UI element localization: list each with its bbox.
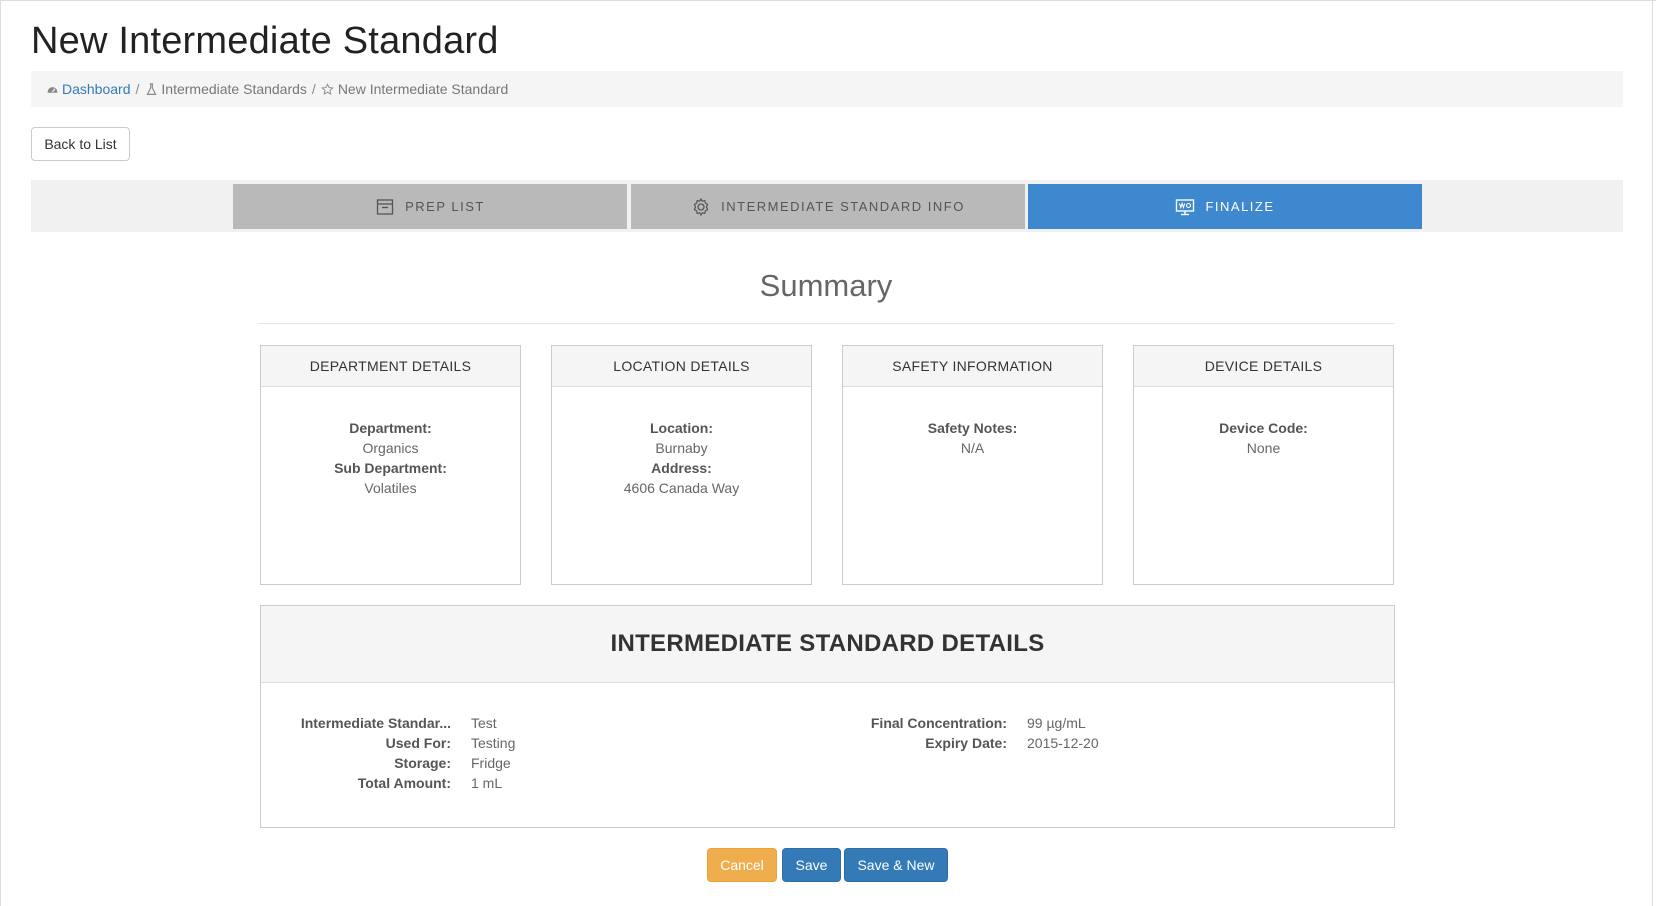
step-intermediate-standard-info[interactable]: INTERMEDIATE STANDARD INFO xyxy=(631,184,1025,229)
cancel-button[interactable]: Cancel xyxy=(707,848,777,882)
detail-row: Intermediate Standar... Test xyxy=(294,713,515,733)
details-left-list: Intermediate Standar... Test Used For: T… xyxy=(294,713,516,793)
step-finalize-label: FINALIZE xyxy=(1205,199,1275,214)
card-header: DEVICE DETAILS xyxy=(1134,346,1393,387)
final-concentration-label: Final Concentration: xyxy=(870,715,1007,731)
back-to-list-button[interactable]: Back to List xyxy=(31,127,130,161)
safety-notes-value: N/A xyxy=(960,440,985,456)
detail-row: Storage: Fridge xyxy=(294,753,515,773)
storage-value: Fridge xyxy=(471,755,511,771)
card-header: LOCATION DETAILS xyxy=(552,346,811,387)
breadcrumb-intermediate-standards: Intermediate Standards xyxy=(161,81,307,97)
breadcrumb-separator: / xyxy=(135,81,140,97)
detail-row: Final Concentration: 99 µg/mL xyxy=(831,713,1099,733)
expiry-date-value: 2015-12-20 xyxy=(1027,735,1099,751)
storage-label: Storage: xyxy=(394,755,451,771)
used-for-value: Testing xyxy=(471,735,516,751)
breadcrumb: Dashboard / Intermediate Standards / New… xyxy=(31,71,1623,107)
total-amount-value: 1 mL xyxy=(471,775,503,791)
department-value: Organics xyxy=(362,440,419,456)
step-prep-list-label: PREP LIST xyxy=(405,199,485,214)
flask-icon xyxy=(144,82,158,96)
safety-notes-label: Safety Notes: xyxy=(927,420,1018,436)
device-details-card: DEVICE DETAILS Device Code: None xyxy=(1133,345,1394,585)
step-finalize[interactable]: FINALIZE xyxy=(1028,184,1422,229)
save-and-new-button[interactable]: Save & New xyxy=(844,848,948,882)
location-value: Burnaby xyxy=(655,440,708,456)
summary-divider xyxy=(258,323,1394,324)
card-header: SAFETY INFORMATION xyxy=(843,346,1102,387)
star-icon xyxy=(321,82,335,96)
safety-information-card: SAFETY INFORMATION Safety Notes: N/A xyxy=(842,345,1103,585)
details-right-list: Final Concentration: 99 µg/mL Expiry Dat… xyxy=(831,713,1099,753)
location-label: Location: xyxy=(650,420,713,436)
sub-department-value: Volatiles xyxy=(364,480,417,496)
device-code-value: None xyxy=(1246,440,1281,456)
department-details-card: DEPARTMENT DETAILS Department: Organics … xyxy=(260,345,521,585)
address-label: Address: xyxy=(651,460,712,476)
detail-row: Total Amount: 1 mL xyxy=(294,773,515,793)
dashboard-icon xyxy=(45,82,59,96)
sub-department-label: Sub Department: xyxy=(334,460,447,476)
total-amount-label: Total Amount: xyxy=(357,775,451,791)
breadcrumb-dashboard-link[interactable]: Dashboard xyxy=(62,81,131,97)
save-button[interactable]: Save xyxy=(782,848,841,882)
intermediate-standard-name-label: Intermediate Standar... xyxy=(300,715,451,731)
device-code-label: Device Code: xyxy=(1219,420,1308,436)
breadcrumb-separator: / xyxy=(311,81,316,97)
list-icon xyxy=(376,198,394,215)
step-prep-list[interactable]: PREP LIST xyxy=(233,184,627,229)
used-for-label: Used For: xyxy=(385,735,451,751)
gear-icon xyxy=(693,197,709,216)
breadcrumb-current: New Intermediate Standard xyxy=(337,81,509,97)
intermediate-standard-details-panel: INTERMEDIATE STANDARD DETAILS Intermedia… xyxy=(260,605,1395,828)
wizard-steps: PREP LIST INTERMEDIATE STANDARD INFO FIN… xyxy=(31,180,1623,232)
detail-row: Expiry Date: 2015-12-20 xyxy=(831,733,1099,753)
detail-row: Used For: Testing xyxy=(294,733,516,753)
page-title: New Intermediate Standard xyxy=(31,20,499,62)
presentation-icon xyxy=(1176,198,1195,215)
summary-title: Summary xyxy=(759,268,893,303)
location-details-card: LOCATION DETAILS Location: Burnaby Addre… xyxy=(551,345,812,585)
step-info-label: INTERMEDIATE STANDARD INFO xyxy=(721,199,965,214)
intermediate-standard-name-value: Test xyxy=(471,715,497,731)
address-value: 4606 Canada Way xyxy=(623,480,740,496)
page-edge xyxy=(1652,0,1653,906)
final-concentration-value: 99 µg/mL xyxy=(1027,715,1086,731)
card-header: DEPARTMENT DETAILS xyxy=(261,346,520,387)
department-label: Department: xyxy=(349,420,432,436)
expiry-date-label: Expiry Date: xyxy=(925,735,1007,751)
details-header: INTERMEDIATE STANDARD DETAILS xyxy=(261,606,1394,683)
